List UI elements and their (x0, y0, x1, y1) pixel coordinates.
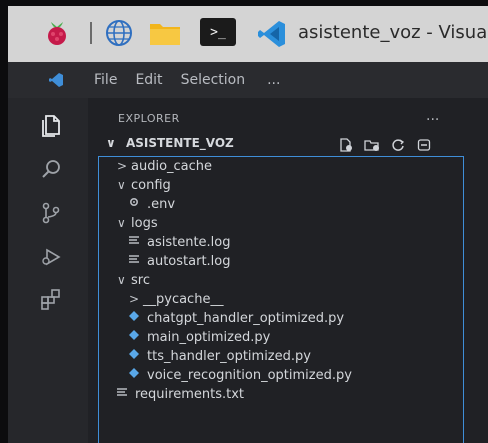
tree-folder-config[interactable]: ∨ config (117, 176, 171, 194)
chevron-down-icon: ∨ (117, 178, 126, 192)
log-file-icon (127, 253, 141, 269)
run-debug-icon[interactable] (36, 242, 66, 272)
tree-folder-audio-cache[interactable]: > audio_cache (117, 157, 212, 175)
tree-item-label: audio_cache (131, 158, 213, 174)
new-folder-icon[interactable] (364, 138, 380, 152)
taskbar-separator (90, 22, 92, 44)
web-browser-icon[interactable] (104, 18, 134, 48)
menu-file[interactable]: File (94, 72, 117, 88)
text-file-icon (115, 386, 129, 402)
tree-file-tts-handler[interactable]: tts_handler_optimized.py (127, 347, 311, 365)
file-tree: > audio_cache ∨ config .env ∨ logs asist… (98, 156, 464, 443)
terminal-icon[interactable]: >_ (200, 18, 236, 46)
tree-file-main-optimized[interactable]: main_optimized.py (127, 328, 270, 346)
python-file-icon (127, 367, 141, 383)
chevron-down-icon: ∨ (106, 136, 116, 150)
source-control-icon[interactable] (36, 198, 66, 228)
tree-file-asistente-log[interactable]: asistente.log (127, 233, 231, 251)
tree-folder-pycache[interactable]: > __pycache__ (129, 290, 223, 308)
tree-item-label: __pycache__ (143, 291, 224, 307)
tree-item-label: src (131, 272, 150, 288)
log-file-icon (127, 234, 141, 250)
chevron-right-icon: > (129, 292, 140, 306)
chevron-right-icon: > (117, 159, 128, 173)
collapse-all-icon[interactable] (416, 138, 432, 152)
file-manager-icon[interactable] (148, 18, 182, 48)
terminal-glyph: >_ (210, 24, 226, 40)
chevron-down-icon: ∨ (117, 216, 126, 230)
explorer-actions (338, 138, 432, 152)
tree-item-label: autostart.log (147, 253, 231, 269)
menu-more[interactable]: ... (267, 72, 280, 88)
workspace-root[interactable]: ∨ ASISTENTE_VOZ (106, 136, 234, 150)
menu-edit[interactable]: Edit (135, 72, 162, 88)
tree-file-requirements[interactable]: requirements.txt (115, 385, 244, 403)
tree-file-chatgpt-handler[interactable]: chatgpt_handler_optimized.py (127, 309, 344, 327)
tree-file-voice-recognition[interactable]: voice_recognition_optimized.py (127, 366, 352, 384)
menu-bar: File Edit Selection ... (8, 62, 488, 98)
python-file-icon (127, 348, 141, 364)
explorer-more-actions[interactable]: ... (426, 108, 439, 124)
workspace-root-label: ASISTENTE_VOZ (125, 136, 234, 150)
refresh-icon[interactable] (390, 138, 406, 152)
tree-item-label: asistente.log (147, 234, 231, 250)
tree-item-label: config (131, 177, 171, 193)
vscode-window-icon[interactable] (256, 18, 288, 50)
tree-item-label: voice_recognition_optimized.py (147, 367, 352, 383)
gear-icon (127, 196, 141, 212)
tree-item-label: logs (131, 215, 158, 231)
tree-folder-src[interactable]: ∨ src (117, 271, 150, 289)
tree-file-autostart-log[interactable]: autostart.log (127, 252, 230, 270)
explorer-panel: EXPLORER ... ∨ ASISTENTE_VOZ > audio_cac… (88, 98, 488, 443)
screen: >_ asistente_voz - Visua File Edit Selec… (8, 6, 488, 443)
python-file-icon (127, 310, 141, 326)
tree-item-label: requirements.txt (135, 386, 245, 402)
explorer-files-icon[interactable] (36, 110, 66, 140)
extensions-icon[interactable] (36, 284, 66, 314)
taskbar: >_ asistente_voz - Visua (8, 6, 488, 62)
new-file-icon[interactable] (338, 138, 354, 152)
activity-bar (8, 98, 88, 443)
raspberry-pi-menu-icon[interactable] (42, 18, 72, 48)
tree-folder-logs[interactable]: ∨ logs (117, 214, 158, 232)
tree-item-label: chatgpt_handler_optimized.py (147, 310, 345, 326)
tree-file-env[interactable]: .env (127, 195, 175, 213)
tree-item-label: main_optimized.py (147, 329, 271, 345)
search-icon[interactable] (36, 154, 66, 184)
menu-selection[interactable]: Selection (181, 72, 246, 88)
tree-item-label: .env (147, 196, 176, 212)
vscode-logo-icon (48, 72, 76, 88)
chevron-down-icon: ∨ (117, 273, 126, 287)
explorer-header: EXPLORER (118, 112, 180, 125)
python-file-icon (127, 329, 141, 345)
window-title[interactable]: asistente_voz - Visua (298, 22, 487, 43)
tree-item-label: tts_handler_optimized.py (147, 348, 311, 364)
